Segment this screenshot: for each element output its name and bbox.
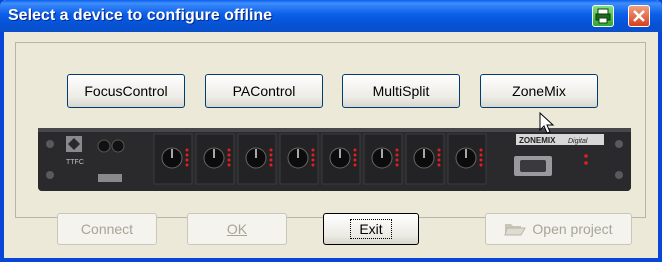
rack-screw [46, 140, 54, 148]
level-led [227, 158, 231, 162]
level-led [227, 148, 231, 152]
level-led [437, 163, 441, 167]
open-project-label: Open project [532, 221, 613, 237]
level-led [269, 163, 273, 167]
configure-offline-dialog: Select a device to configure offline Foc… [0, 0, 662, 262]
level-led [353, 163, 357, 167]
title-bar[interactable]: Select a device to configure offline [0, 0, 662, 32]
folder-open-icon [504, 224, 527, 236]
print-icon [595, 8, 611, 24]
svg-text:ZONEMIX: ZONEMIX [519, 136, 556, 145]
signal-led [584, 161, 588, 165]
level-led [269, 158, 273, 162]
multisplit-button[interactable]: MultiSplit [342, 74, 460, 108]
device-panel-graphic: TTFC ZONEMIX Digital [38, 128, 631, 191]
level-led [227, 163, 231, 167]
open-project-button[interactable]: Open project [485, 213, 632, 245]
rack-screw [46, 171, 54, 179]
exit-button[interactable]: Exit [323, 213, 419, 245]
level-led [395, 158, 399, 162]
level-led [353, 153, 357, 157]
level-led [269, 148, 273, 152]
level-led [185, 148, 189, 152]
print-button[interactable] [592, 5, 614, 27]
level-led [311, 158, 315, 162]
level-led [311, 163, 315, 167]
window-title: Select a device to configure offline [8, 7, 273, 24]
level-led [479, 153, 483, 157]
device-front-panel: TTFC ZONEMIX Digital [38, 128, 631, 191]
level-led [395, 163, 399, 167]
level-led [185, 158, 189, 162]
level-led [479, 163, 483, 167]
rack-screw [615, 140, 623, 148]
level-led [311, 148, 315, 152]
level-led [395, 148, 399, 152]
level-led [437, 158, 441, 162]
level-led [353, 158, 357, 162]
ok-button[interactable]: OK [187, 213, 287, 245]
close-icon [633, 10, 645, 22]
multisplit-label: MultiSplit [372, 83, 430, 99]
connect-label: Connect [80, 221, 134, 237]
level-led [353, 148, 357, 152]
focuscontrol-button[interactable]: FocusControl [67, 74, 185, 108]
level-led [185, 163, 189, 167]
level-led [185, 153, 189, 157]
brand-text: TTFC [66, 159, 84, 166]
exit-label: Exit [350, 219, 392, 239]
level-led [479, 148, 483, 152]
level-led [395, 153, 399, 157]
zonemix-button[interactable]: ZoneMix [480, 74, 598, 108]
power-led [584, 154, 588, 158]
rack-screw [615, 171, 623, 179]
pacontrol-label: PAControl [232, 83, 296, 99]
level-led [437, 153, 441, 157]
zonemix-label: ZoneMix [512, 83, 566, 99]
level-led [311, 153, 315, 157]
mouse-cursor-icon [539, 112, 555, 134]
pacontrol-button[interactable]: PAControl [205, 74, 323, 108]
level-led [227, 153, 231, 157]
level-led [437, 148, 441, 152]
close-button[interactable] [628, 5, 650, 27]
level-led [479, 158, 483, 162]
focuscontrol-label: FocusControl [84, 83, 168, 99]
connect-button[interactable]: Connect [57, 213, 157, 245]
ok-label: OK [226, 221, 248, 237]
svg-text:Digital: Digital [568, 138, 588, 145]
level-led [269, 153, 273, 157]
